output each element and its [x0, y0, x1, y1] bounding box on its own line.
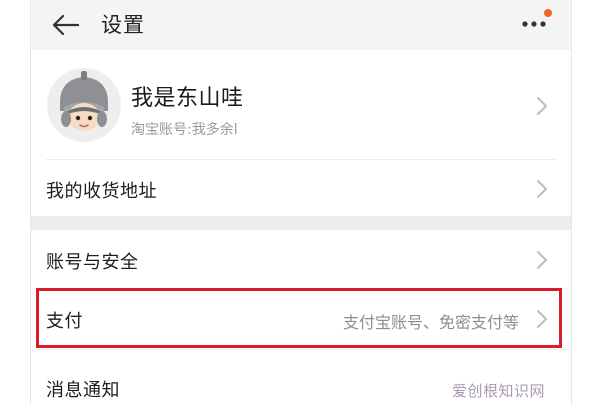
row-subtitle: 支付宝账号、免密支付等: [342, 313, 519, 332]
notification-dot: [544, 9, 552, 17]
settings-screen: 设置 我是东山哇 淘宝账号:我多余l 我的收货地址 账号与安全 支付 支付宝账号…: [30, 0, 572, 405]
row-shipping-address[interactable]: 我的收货地址: [31, 160, 571, 216]
row-label: 消息通知: [46, 380, 120, 401]
row-payment[interactable]: 支付 支付宝账号、免密支付等: [31, 289, 571, 349]
chevron-right-icon: [537, 180, 547, 198]
chevron-right-icon: [537, 97, 547, 115]
header-bar: 设置: [31, 0, 571, 50]
chevron-right-icon: [537, 310, 547, 328]
profile-account: 淘宝账号:我多余l: [131, 122, 238, 138]
section-gap: [31, 216, 571, 230]
watermark-text: 爱创根知识网: [451, 382, 545, 400]
back-arrow-icon[interactable]: [51, 12, 81, 38]
avatar: [47, 68, 121, 142]
row-label: 我的收货地址: [46, 181, 157, 202]
row-label: 账号与安全: [46, 252, 139, 273]
more-dots-icon[interactable]: [517, 8, 557, 38]
profile-row[interactable]: 我是东山哇 淘宝账号:我多余l: [31, 50, 571, 160]
row-label: 支付: [46, 311, 83, 332]
row-account-security[interactable]: 账号与安全: [31, 230, 571, 288]
page-title: 设置: [101, 13, 145, 37]
chevron-right-icon: [537, 251, 547, 269]
profile-name: 我是东山哇: [131, 86, 244, 111]
